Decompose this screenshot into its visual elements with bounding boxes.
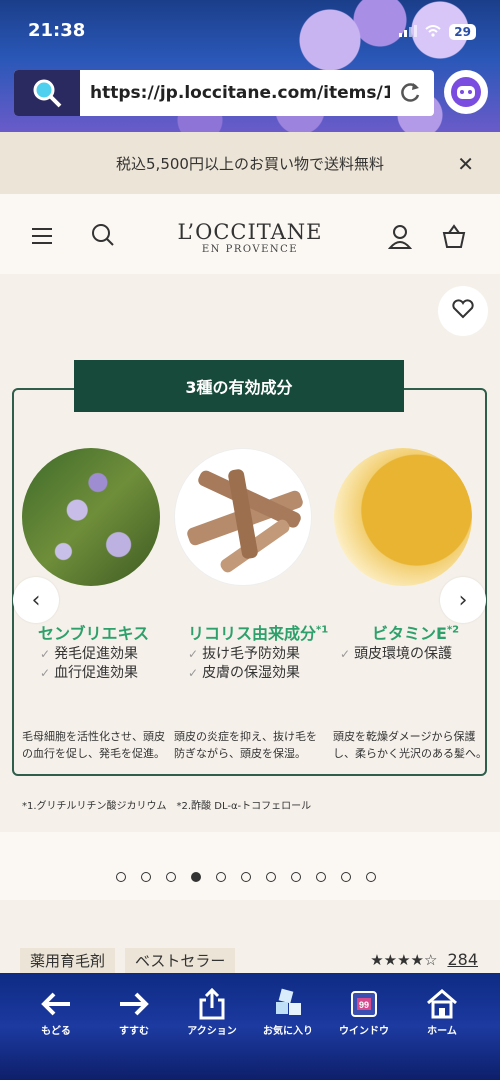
status-indicators: 29 <box>399 22 476 41</box>
carousel-prev-button[interactable]: ‹ <box>13 577 59 623</box>
menu-icon[interactable] <box>32 226 54 250</box>
ingredient-desc-1: 毛母細胞を活性化させ、頭皮 の血行を促し、発毛を促進。 <box>22 730 165 760</box>
heart-icon <box>452 299 474 323</box>
carousel-dot[interactable] <box>266 872 276 882</box>
home-icon <box>404 988 480 1020</box>
bookmarks-icon <box>250 988 326 1020</box>
close-icon[interactable]: ✕ <box>457 152 474 176</box>
signal-icon <box>399 22 418 41</box>
account-icon[interactable] <box>387 224 413 254</box>
benefit-item: ✓ 抜け毛予防効果 <box>188 646 301 662</box>
benefit-list-3: ✓ 頭皮環境の保護 <box>340 645 452 664</box>
toolbar-action[interactable]: アクション <box>174 988 250 1037</box>
review-count[interactable]: 284 <box>447 950 478 969</box>
toolbar-forward[interactable]: すすむ <box>96 988 172 1037</box>
toolbar-windows[interactable]: 99 ウインドウ <box>326 988 402 1037</box>
wifi-icon <box>425 22 441 41</box>
carousel-dot[interactable] <box>241 872 251 882</box>
carousel-dot[interactable] <box>166 872 176 882</box>
svg-text:99: 99 <box>359 1000 369 1010</box>
check-icon: ✓ <box>340 647 351 661</box>
product-tags: 薬用育毛剤 ベストセラー <box>20 948 236 973</box>
check-icon: ✓ <box>40 647 51 661</box>
toolbar-back[interactable]: もどる <box>18 988 94 1037</box>
benefit-list-2: ✓ 抜け毛予防効果 ✓ 皮膚の保湿効果 <box>188 645 300 683</box>
ingredient-name-2: リコリス由来成分*1 <box>188 624 329 643</box>
chevron-right-icon: › <box>458 587 468 613</box>
ingredient-image-3 <box>334 448 474 586</box>
carousel-dot[interactable] <box>291 872 301 882</box>
carousel-dots <box>116 872 376 882</box>
section-title: 3種の有効成分 <box>74 360 404 412</box>
url-text[interactable]: https://jp.loccitane.com/items/11... <box>90 83 390 103</box>
windows-icon: 99 <box>326 988 402 1020</box>
carousel-dot[interactable] <box>341 872 351 882</box>
browser-mascot-icon[interactable] <box>444 70 488 114</box>
site-header: L’OCCITANE EN PROVENCE <box>0 194 500 274</box>
reload-icon[interactable] <box>398 80 422 110</box>
benefit-item: ✓ 発毛促進効果 <box>40 646 139 662</box>
toolbar-bookmarks[interactable]: お気に入り <box>250 988 326 1037</box>
brand-logo[interactable]: L’OCCITANE EN PROVENCE <box>150 220 350 255</box>
product-rating[interactable]: ★★★★☆ 284 <box>370 950 478 969</box>
footnote: *1.グリチルリチン酸ジカリウム *2.酢酸 DL-α-トコフェロール <box>22 801 312 812</box>
share-icon <box>174 988 250 1020</box>
back-arrow-icon <box>18 988 94 1020</box>
check-icon: ✓ <box>188 647 199 661</box>
tag-medicated: 薬用育毛剤 <box>20 948 116 973</box>
benefit-list-1: ✓ 発毛促進効果 ✓ 血行促進効果 <box>40 645 138 683</box>
cart-icon[interactable] <box>441 224 467 254</box>
logo-main: L’OCCITANE <box>177 220 323 244</box>
url-bar[interactable]: https://jp.loccitane.com/items/11... <box>14 70 434 116</box>
benefit-item: ✓ 皮膚の保湿効果 <box>188 665 301 681</box>
banner-text: 税込5,500円以上のお買い物で送料無料 <box>116 154 384 173</box>
status-time: 21:38 <box>28 20 86 41</box>
carousel-dot[interactable] <box>216 872 226 882</box>
benefit-item: ✓ 血行促進効果 <box>40 665 139 681</box>
tag-bestseller: ベストセラー <box>125 948 236 973</box>
check-icon: ✓ <box>188 666 199 680</box>
battery-indicator: 29 <box>449 23 476 40</box>
logo-sub: EN PROVENCE <box>201 244 299 255</box>
carousel-pagination-area <box>0 832 500 900</box>
check-icon: ✓ <box>40 666 51 680</box>
carousel-dot[interactable] <box>141 872 151 882</box>
benefit-item: ✓ 頭皮環境の保護 <box>340 646 453 662</box>
favorite-button[interactable] <box>438 286 488 336</box>
rating-stars: ★★★★☆ <box>370 950 438 969</box>
search-icon[interactable] <box>90 222 116 252</box>
carousel-dot[interactable] <box>191 872 201 882</box>
ingredient-image-1 <box>22 448 162 586</box>
search-icon[interactable] <box>14 70 80 116</box>
ingredient-name-3: ビタミンE*2 <box>372 624 460 643</box>
toolbar-home[interactable]: ホーム <box>404 988 480 1037</box>
carousel-next-button[interactable]: › <box>440 577 486 623</box>
carousel-dot[interactable] <box>116 872 126 882</box>
forward-arrow-icon <box>96 988 172 1020</box>
ingredient-name-1: センブリエキス <box>38 624 150 643</box>
ingredient-desc-3: 頭皮を乾燥ダメージから保護 し、柔らかく光沢のある髪へ。 <box>333 730 487 760</box>
ingredient-image-2 <box>174 448 314 586</box>
carousel-dot[interactable] <box>316 872 326 882</box>
carousel-dot[interactable] <box>366 872 376 882</box>
chevron-left-icon: ‹ <box>31 587 41 613</box>
ingredient-desc-2: 頭皮の炎症を抑え、抜け毛を 防ぎながら、頭皮を保湿。 <box>174 730 317 760</box>
shipping-banner: 税込5,500円以上のお買い物で送料無料 ✕ <box>0 132 500 194</box>
